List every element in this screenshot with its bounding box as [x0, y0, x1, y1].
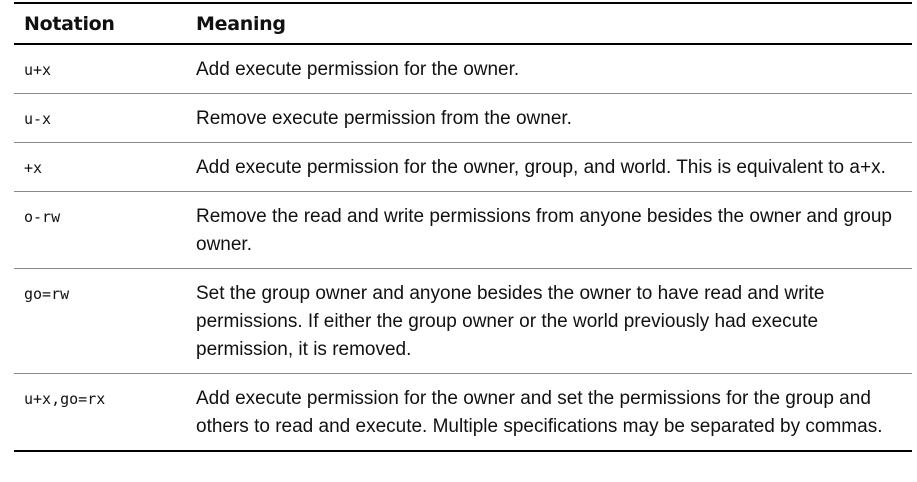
notation-cell: u+x,go=rx	[14, 373, 186, 451]
notation-cell: o-rw	[14, 191, 186, 269]
permission-notation-table: Notation Meaning u+x Add execute permiss…	[14, 2, 912, 452]
meaning-cell: Add execute permission for the owner, gr…	[186, 142, 912, 192]
table-row: u-x Remove execute permission from the o…	[14, 93, 912, 143]
table-header-row: Notation Meaning	[14, 3, 912, 45]
meaning-cell: Set the group owner and anyone besides t…	[186, 268, 912, 374]
header-meaning: Meaning	[186, 3, 912, 45]
notation-cell: u-x	[14, 93, 186, 143]
meaning-cell: Add execute permission for the owner and…	[186, 373, 912, 451]
table-row: go=rw Set the group owner and anyone bes…	[14, 268, 912, 374]
notation-cell: u+x	[24, 61, 52, 79]
meaning-cell: Remove the read and write permissions fr…	[186, 191, 912, 269]
table-row: u+x Add execute permission for the owner…	[14, 44, 912, 94]
meaning-cell: Add execute permission for the owner.	[196, 59, 520, 80]
notation-cell: go=rw	[14, 268, 186, 374]
notation-cell: +x	[14, 142, 186, 192]
table-row: +x Add execute permission for the owner,…	[14, 142, 912, 192]
meaning-cell: Remove execute permission from the owner…	[186, 93, 912, 143]
table-row: u+x,go=rx Add execute permission for the…	[14, 373, 912, 451]
table-row: o-rw Remove the read and write permissio…	[14, 191, 912, 269]
header-notation: Notation	[14, 3, 186, 45]
